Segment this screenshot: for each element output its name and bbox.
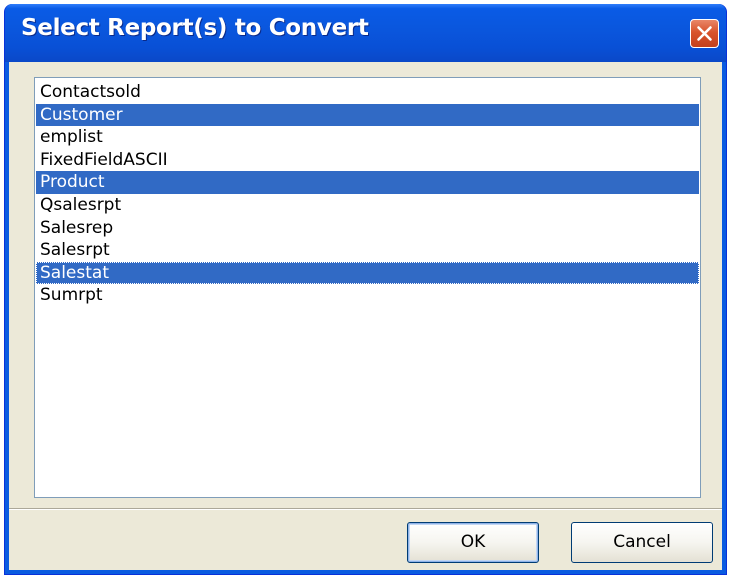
dialog-window: Select Report(s) to Convert Contactsold …	[4, 4, 727, 575]
ok-button[interactable]: OK	[407, 522, 539, 563]
report-item-customer[interactable]: Customer	[36, 103, 699, 127]
report-item-salesrpt[interactable]: Salesrpt	[36, 239, 699, 262]
report-item-product[interactable]: Product	[36, 171, 699, 194]
dialog-title: Select Report(s) to Convert	[21, 15, 369, 41]
report-item-fixedfieldascii[interactable]: FixedFieldASCII	[36, 149, 699, 172]
report-item-emplist[interactable]: emplist	[36, 126, 699, 149]
report-item-salestat[interactable]: Salestat	[36, 261, 699, 285]
dialog-body: Contactsold Customer emplist FixedFieldA…	[9, 62, 722, 570]
report-item-qsalesrpt[interactable]: Qsalesrpt	[36, 194, 699, 217]
cancel-button[interactable]: Cancel	[571, 522, 713, 563]
report-item-sumrpt[interactable]: Sumrpt	[36, 284, 699, 307]
report-list[interactable]: Contactsold Customer emplist FixedFieldA…	[34, 77, 701, 498]
close-button[interactable]	[690, 19, 719, 48]
title-bar[interactable]: Select Report(s) to Convert	[5, 4, 726, 62]
report-item-salesrep[interactable]: Salesrep	[36, 217, 699, 240]
report-item-contactsold[interactable]: Contactsold	[36, 81, 699, 104]
button-area-divider	[9, 508, 722, 510]
close-icon	[697, 26, 712, 41]
